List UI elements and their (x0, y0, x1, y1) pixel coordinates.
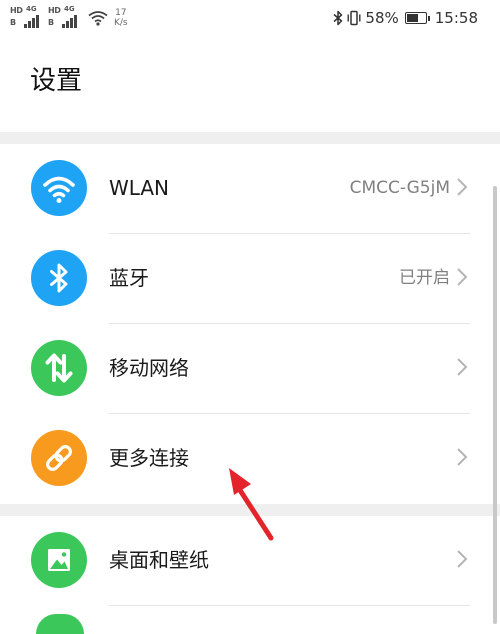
sim1-network-label: 4G (26, 5, 37, 13)
page-title: 设置 (30, 66, 83, 96)
scrollbar[interactable] (493, 186, 497, 624)
wifi-status-icon (88, 11, 108, 26)
chevron-right-icon (457, 268, 468, 286)
mobile-data-icon (31, 340, 87, 396)
network-speed: 17 K/s (114, 8, 128, 28)
divider (109, 605, 470, 606)
settings-item-label: 更多连接 (109, 446, 189, 470)
sim1-b-label: B (10, 18, 17, 27)
sim2-network-label: 4G (64, 5, 75, 13)
settings-item-label: WLAN (109, 176, 170, 200)
settings-item-value: 已开启 (399, 268, 450, 288)
clock: 15:58 (434, 9, 478, 27)
bluetooth-icon (31, 250, 87, 306)
settings-item-value: CMCC-G5jM (349, 178, 450, 198)
chevron-right-icon (457, 358, 468, 376)
link-icon (31, 430, 87, 486)
sim2-signal-icon (62, 14, 80, 28)
status-bar-right: 58% 15:58 (333, 6, 478, 30)
battery-icon (404, 12, 430, 24)
settings-item-label: 蓝牙 (109, 266, 149, 290)
battery-percent: 58% (365, 9, 399, 27)
wifi-icon (31, 160, 87, 216)
settings-item-label: 移动网络 (109, 356, 189, 380)
network-speed-unit: K/s (114, 18, 128, 28)
sim2-hd-label: HD (48, 6, 61, 15)
sim2-signal: HD B 4G (48, 5, 80, 31)
settings-item-label: 桌面和壁纸 (109, 548, 209, 572)
settings-item-wlan[interactable]: WLAN CMCC-G5jM (0, 144, 490, 234)
chevron-right-icon (457, 448, 468, 466)
sim2-b-label: B (48, 18, 55, 27)
battery-level-fill (406, 14, 419, 22)
status-bar: HD B 4G HD B 4G 17 K/s 58% 15:58 (0, 0, 500, 36)
section-separator (0, 132, 500, 144)
annotation-arrow-icon (229, 468, 274, 541)
header: 设置 (0, 36, 500, 132)
wallpaper-icon (31, 532, 87, 588)
status-bar-left: HD B 4G HD B 4G 17 K/s (10, 4, 128, 32)
sim1-hd-label: HD (10, 6, 23, 15)
chevron-right-icon (457, 550, 468, 568)
sim1-signal-icon (24, 14, 42, 28)
next-item-icon (36, 614, 84, 634)
network-speed-value: 17 (115, 8, 127, 18)
chevron-right-icon (457, 178, 468, 196)
bluetooth-status-icon (333, 10, 343, 26)
sim1-signal: HD B 4G (10, 5, 42, 31)
vibrate-icon (347, 10, 361, 26)
settings-item-mobile-network[interactable]: 移动网络 (0, 324, 490, 414)
settings-item-bluetooth[interactable]: 蓝牙 已开启 (0, 234, 490, 324)
